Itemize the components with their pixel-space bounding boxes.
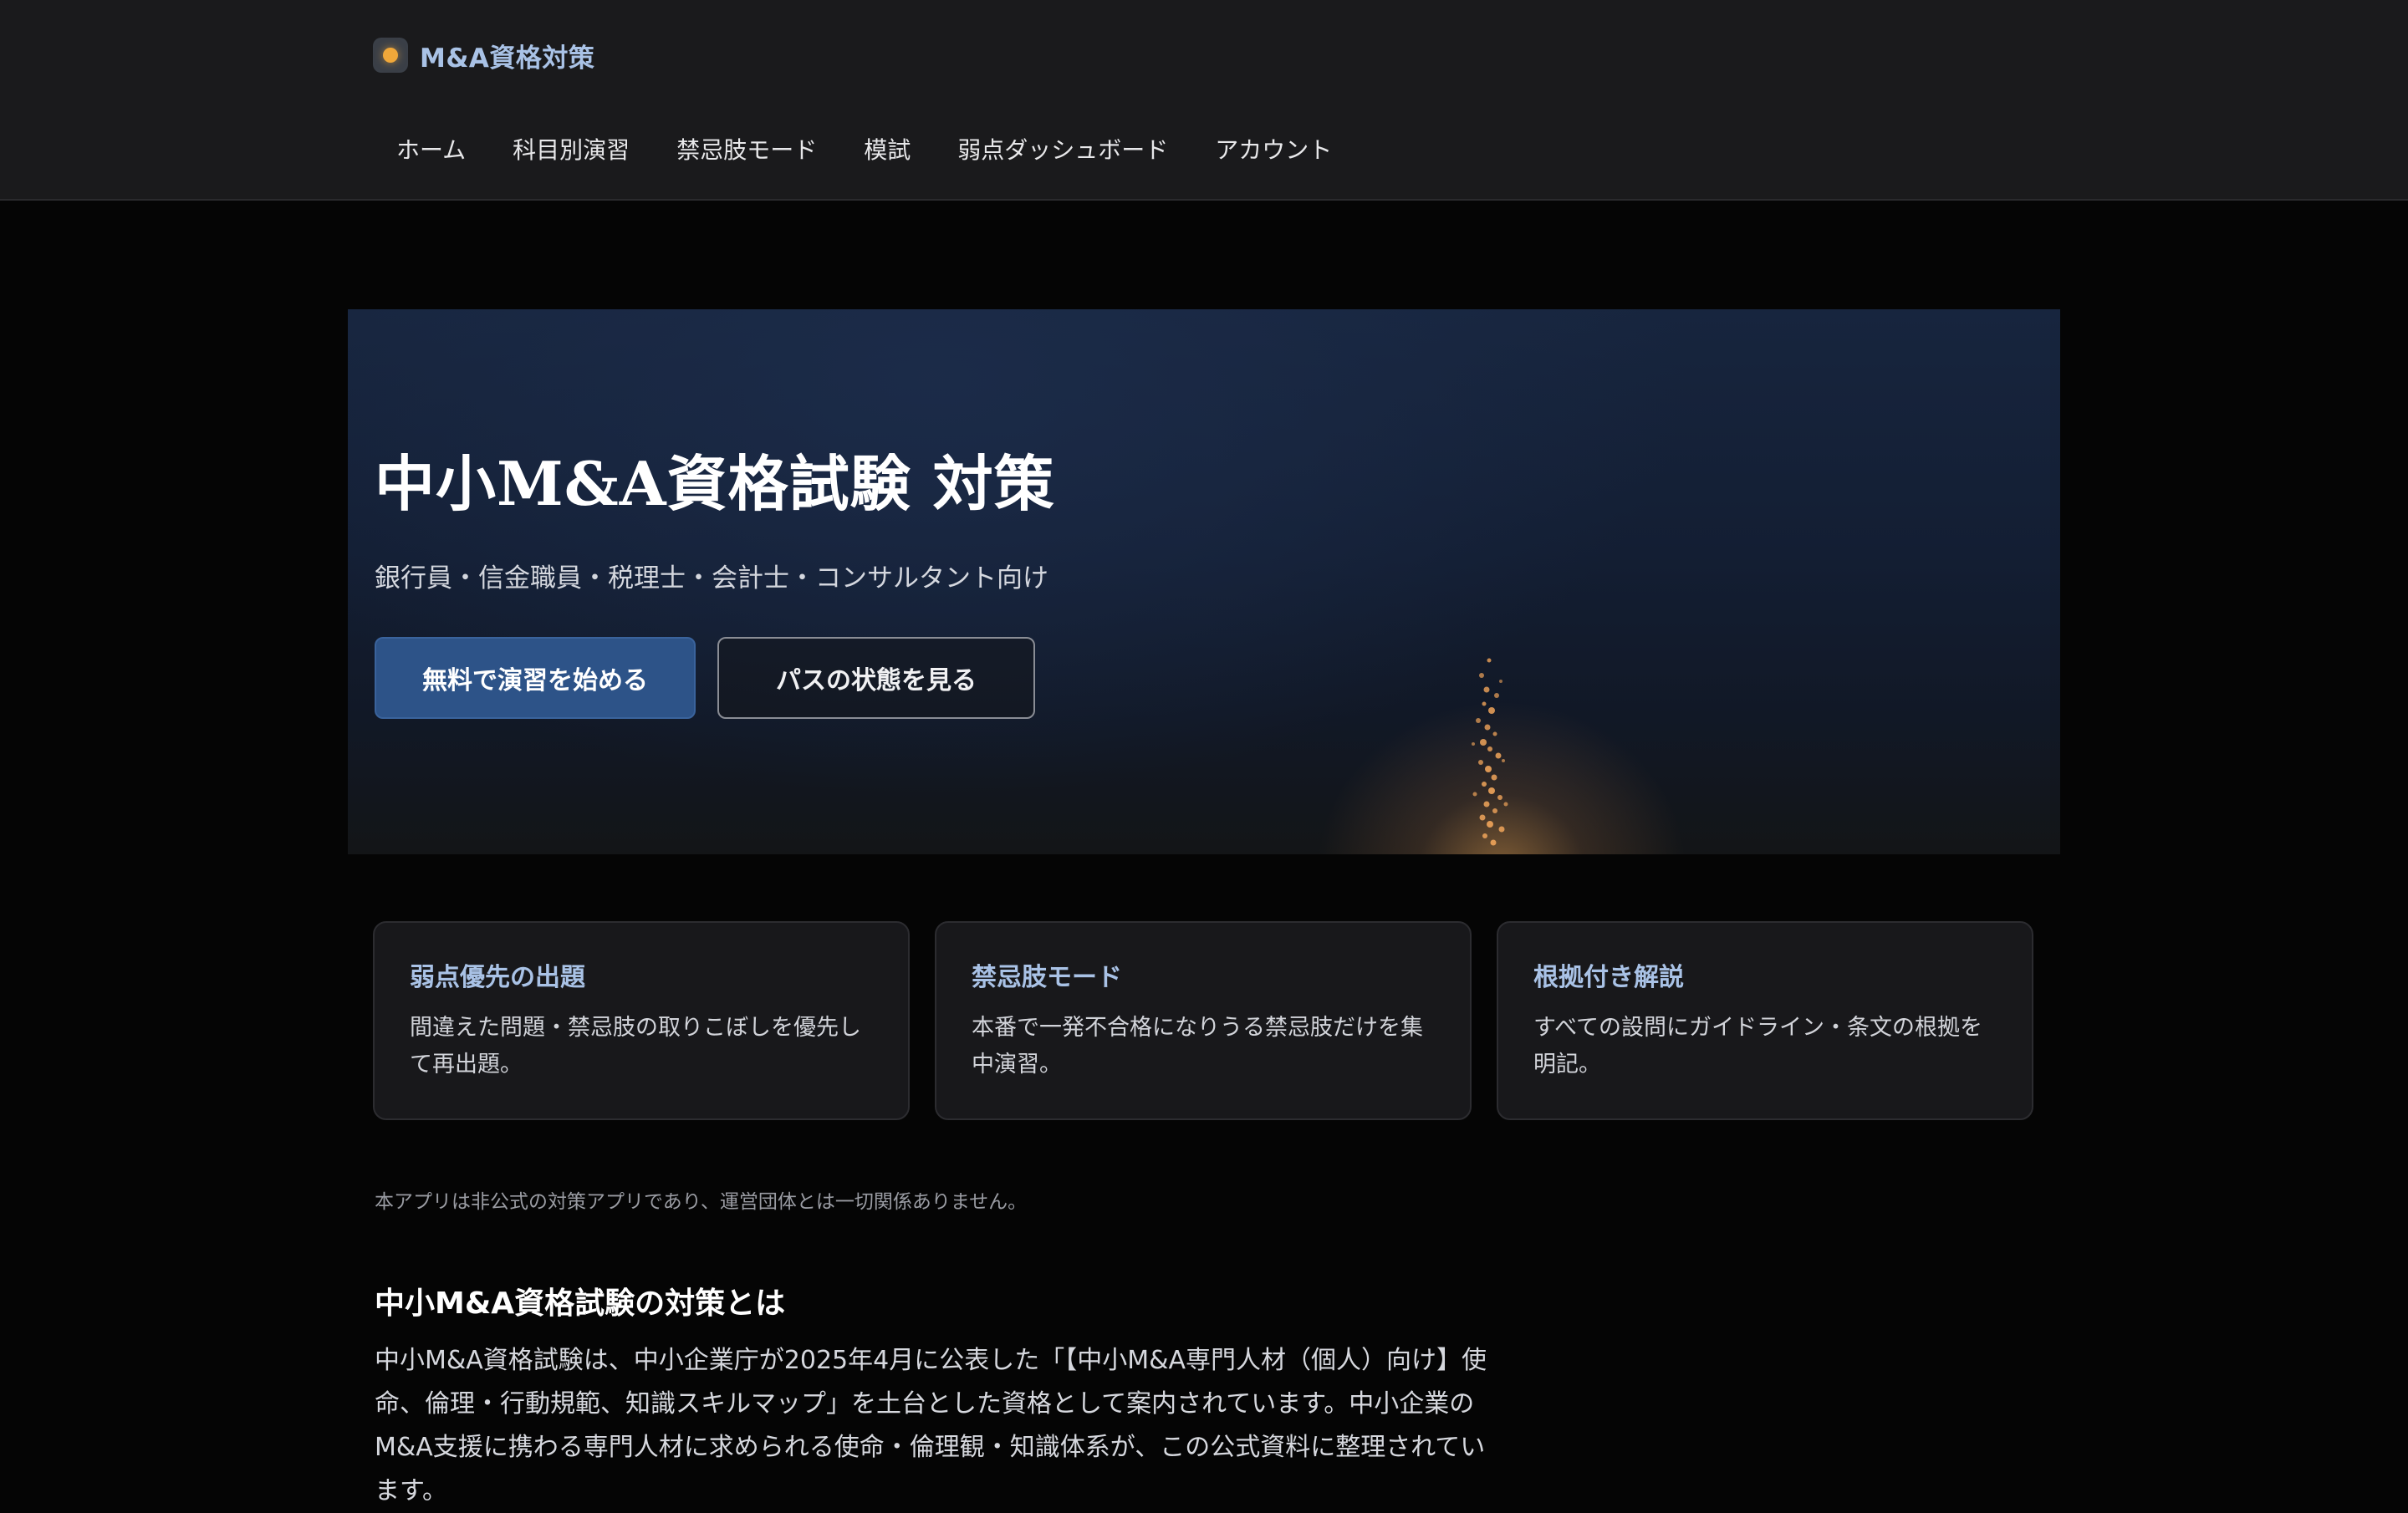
brand-logo-link[interactable]: M&A資格対策 <box>373 37 594 74</box>
nav-item-subject-practice[interactable]: 科目別演習 <box>489 124 653 174</box>
hero-banner: 中小M&A資格試験 対策 銀行員・信金職員・税理士・会計士・コンサルタント向け … <box>348 309 2060 854</box>
feature-card-forbidden-choice: 禁忌肢モード 本番で一発不合格になりうる禁忌肢だけを集中演習。 <box>935 921 1472 1120</box>
feature-card-evidence-explanation: 根拠付き解説 すべての設問にガイドライン・条文の根拠を明記。 <box>1497 921 2033 1120</box>
feature-card-title: 禁忌肢モード <box>972 963 1122 992</box>
start-free-practice-button[interactable]: 無料で演習を始める <box>375 637 696 719</box>
feature-card-text: 本番で一発不合格になりうる禁忌肢だけを集中演習。 <box>972 1015 1423 1077</box>
feature-card-text: 間違えた問題・禁忌肢の取りこぼしを優先して再出題。 <box>410 1015 861 1077</box>
brand-title: M&A資格対策 <box>420 43 595 74</box>
feature-card-title: 弱点優先の出題 <box>410 963 585 992</box>
about-section: 中小M&A資格試験の対策とは 中小M&A資格試験は、中小企業庁が2025年4月に… <box>375 1279 1512 1513</box>
about-heading: 中小M&A資格試験の対策とは <box>375 1286 786 1321</box>
nav-item-forbidden-choice-mode[interactable]: 禁忌肢モード <box>653 124 840 174</box>
nav-item-mock-exam[interactable]: 模試 <box>840 124 934 174</box>
feature-card-title: 根拠付き解説 <box>1533 963 1684 992</box>
feature-cards: 弱点優先の出題 間違えた問題・禁忌肢の取りこぼしを優先して再出題。 禁忌肢モード… <box>373 921 2033 1120</box>
hero-subtitle: 銀行員・信金職員・税理士・会計士・コンサルタント向け <box>375 563 1048 593</box>
view-pass-status-button[interactable]: パスの状態を見る <box>717 637 1035 719</box>
amber-dot-icon <box>373 38 408 73</box>
feature-card-weakness-priority: 弱点優先の出題 間違えた問題・禁忌肢の取りこぼしを優先して再出題。 <box>373 921 910 1120</box>
hero-button-group: 無料で演習を始める パスの状態を見る <box>375 637 1035 719</box>
main-nav: ホーム 科目別演習 禁忌肢モード 模試 弱点ダッシュボード アカウント <box>373 124 1355 174</box>
hero-title: 中小M&A資格試験 対策 <box>375 448 1055 519</box>
nav-item-home[interactable]: ホーム <box>373 124 489 174</box>
nav-item-account[interactable]: アカウント <box>1191 124 1355 174</box>
feature-card-text: すべての設問にガイドライン・条文の根拠を明記。 <box>1533 1015 1983 1077</box>
site-header: M&A資格対策 ホーム 科目別演習 禁忌肢モード 模試 弱点ダッシュボード アカ… <box>0 0 2408 201</box>
unofficial-disclaimer: 本アプリは非公式の対策アプリであり、運営団体とは一切関係ありません。 <box>375 1191 1028 1213</box>
nav-item-weakness-dashboard[interactable]: 弱点ダッシュボード <box>934 124 1191 174</box>
about-body: 中小M&A資格試験は、中小企業庁が2025年4月に公表した「【中小M&A専門人材… <box>375 1346 1487 1505</box>
